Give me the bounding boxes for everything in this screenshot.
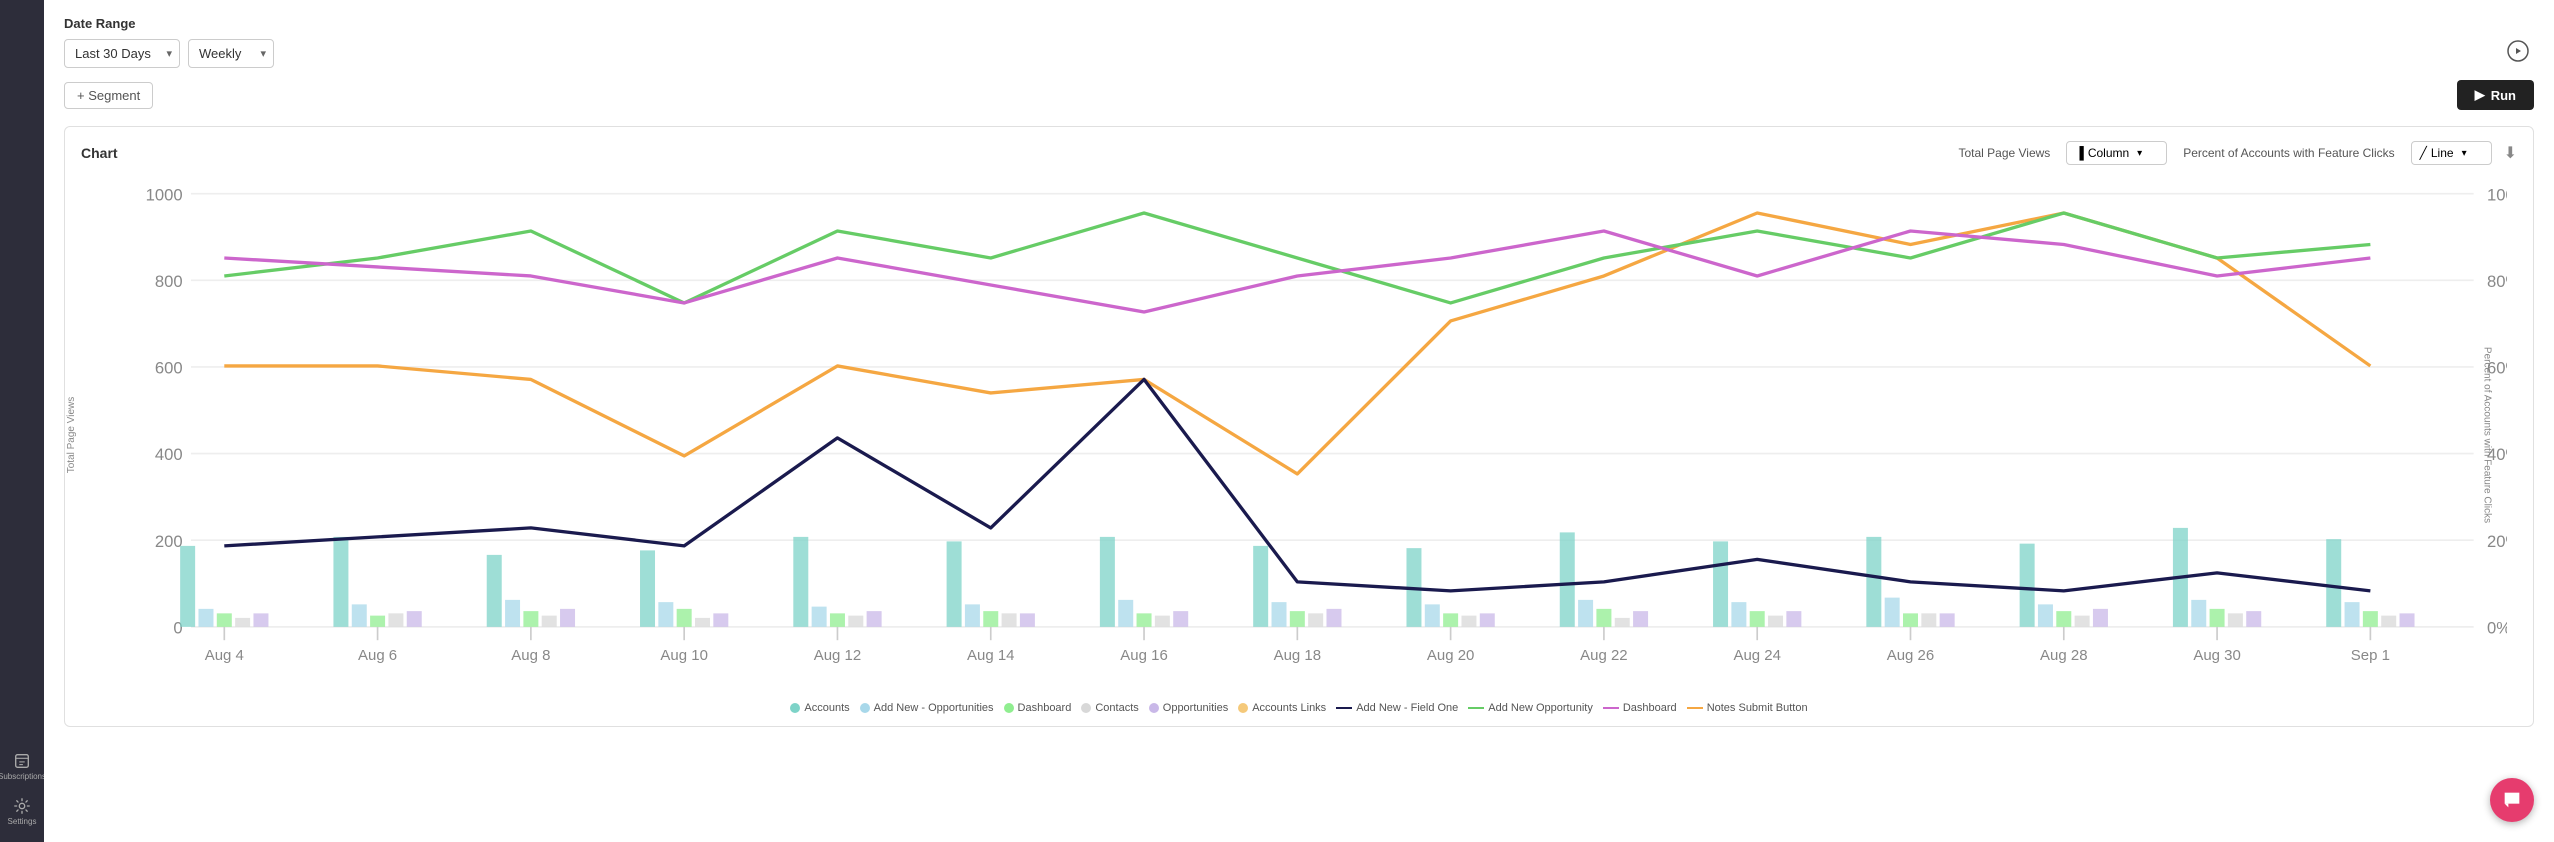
frequency-select-wrapper: Weekly Daily Monthly ▾: [188, 39, 274, 68]
svg-text:Aug 18: Aug 18: [1274, 647, 1322, 664]
right-chart-type-select[interactable]: ╱ Line ▾: [2411, 141, 2492, 165]
frequency-select[interactable]: Weekly Daily Monthly: [188, 39, 274, 68]
run-button-label: Run: [2491, 88, 2516, 103]
chart-svg: 1000 800 600 400 200 0 100% 80% 60% 40% …: [91, 177, 2507, 694]
right-chart-type-chevron-icon: ▾: [2462, 148, 2467, 159]
legend-label-accounts: Accounts: [804, 702, 849, 714]
chart-title: Chart: [81, 145, 118, 161]
legend-item-add-new-field-one: Add New - Field One: [1336, 702, 1458, 714]
legend-line-notes-submit: [1687, 707, 1703, 709]
svg-text:Aug 26: Aug 26: [1887, 647, 1935, 664]
legend-label-opportunities: Opportunities: [1163, 702, 1228, 714]
line-icon: ╱: [2420, 146, 2427, 160]
legend-dot-contacts: [1081, 703, 1091, 713]
legend-label-dashboard-line: Dashboard: [1623, 702, 1677, 714]
left-chart-type-label: Column: [2088, 146, 2129, 160]
date-range-select-wrapper: Last 30 Days Last 7 Days Last 90 Days Cu…: [64, 39, 180, 68]
legend-label-dashboard-bar: Dashboard: [1018, 702, 1072, 714]
segment-row: + Segment ▶ Run: [64, 80, 2534, 110]
settings-icon: [13, 797, 31, 815]
legend-label-add-new-field-one: Add New - Field One: [1356, 702, 1458, 714]
main-content: Date Range Last 30 Days Last 7 Days Last…: [44, 0, 2554, 842]
legend-line-add-new-opportunity: [1468, 707, 1484, 709]
legend-dot-dashboard-bar: [1004, 703, 1014, 713]
left-chart-type-select[interactable]: ▐ Column ▾: [2066, 141, 2167, 165]
date-range-row: Last 30 Days Last 7 Days Last 90 Days Cu…: [64, 39, 2534, 68]
legend-dot-accounts-links: [1238, 703, 1248, 713]
svg-text:Aug 20: Aug 20: [1427, 647, 1475, 664]
legend-label-add-new-opps: Add New - Opportunities: [874, 702, 994, 714]
legend-item-accounts-links: Accounts Links: [1238, 702, 1326, 714]
svg-text:Aug 4: Aug 4: [205, 647, 244, 664]
svg-text:Aug 12: Aug 12: [814, 647, 862, 664]
right-chart-type-label: Line: [2431, 146, 2454, 160]
svg-text:Sep 1: Sep 1: [2351, 647, 2390, 664]
legend-item-add-new-opportunity: Add New Opportunity: [1468, 702, 1593, 714]
run-play-icon: ▶: [2475, 87, 2485, 103]
legend-item-accounts: Accounts: [790, 702, 849, 714]
left-chart-type-chevron-icon: ▾: [2137, 148, 2142, 159]
legend-item-opportunities: Opportunities: [1149, 702, 1228, 714]
chart-wrapper: 1000 800 600 400 200 0 100% 80% 60% 40% …: [91, 177, 2507, 694]
chart-header: Chart Total Page Views ▐ Column ▾ Percen…: [81, 141, 2517, 165]
sidebar-item-settings[interactable]: Settings: [0, 789, 44, 834]
sidebar-item-subscriptions[interactable]: Subscriptions: [0, 744, 44, 789]
legend-dot-accounts: [790, 703, 800, 713]
segment-button[interactable]: + Segment: [64, 82, 153, 109]
svg-text:Aug 30: Aug 30: [2193, 647, 2241, 664]
legend-line-dashboard-line: [1603, 707, 1619, 709]
svg-text:Aug 14: Aug 14: [967, 647, 1015, 664]
chart-section: Chart Total Page Views ▐ Column ▾ Percen…: [64, 126, 2534, 727]
legend-line-add-new-field-one: [1336, 707, 1352, 709]
svg-text:800: 800: [155, 272, 183, 291]
svg-text:Aug 8: Aug 8: [511, 647, 550, 664]
svg-text:80%: 80%: [2487, 272, 2507, 291]
svg-text:1000: 1000: [146, 185, 183, 204]
right-yaxis-label: Percent of Accounts with Feature Clicks: [2481, 347, 2492, 523]
svg-text:0%: 0%: [2487, 619, 2507, 638]
download-icon[interactable]: ⬇: [2504, 143, 2517, 163]
left-yaxis-label: Total Page Views: [66, 397, 77, 474]
svg-text:Aug 6: Aug 6: [358, 647, 397, 664]
svg-text:Aug 22: Aug 22: [1580, 647, 1628, 664]
left-metric-label: Total Page Views: [1958, 146, 2050, 160]
legend-item-notes-submit: Notes Submit Button: [1687, 702, 1808, 714]
svg-text:Aug 28: Aug 28: [2040, 647, 2088, 664]
legend-dot-opportunities: [1149, 703, 1159, 713]
legend-dot-add-new-opps: [860, 703, 870, 713]
column-icon: ▐: [2075, 146, 2084, 160]
chat-icon: [2501, 789, 2523, 811]
legend-item-dashboard-line: Dashboard: [1603, 702, 1677, 714]
run-button[interactable]: ▶ Run: [2457, 80, 2534, 110]
legend-label-notes-submit: Notes Submit Button: [1707, 702, 1808, 714]
sidebar-subscriptions-label: Subscriptions: [0, 772, 46, 781]
svg-text:200: 200: [155, 532, 183, 551]
legend-item-contacts: Contacts: [1081, 702, 1138, 714]
legend-label-contacts: Contacts: [1095, 702, 1138, 714]
subscriptions-icon: [13, 752, 31, 770]
chat-bubble-button[interactable]: [2490, 778, 2534, 822]
legend-item-dashboard-bar: Dashboard: [1004, 702, 1072, 714]
cursor-icon: [2506, 39, 2530, 68]
svg-text:600: 600: [155, 359, 183, 378]
date-range-label: Date Range: [64, 16, 2534, 31]
legend-label-accounts-links: Accounts Links: [1252, 702, 1326, 714]
sidebar: Subscriptions Settings: [0, 0, 44, 842]
chart-legend: Accounts Add New - Opportunities Dashboa…: [81, 702, 2517, 714]
chart-controls: Total Page Views ▐ Column ▾ Percent of A…: [1958, 141, 2491, 165]
svg-text:Aug 16: Aug 16: [1120, 647, 1168, 664]
date-range-select[interactable]: Last 30 Days Last 7 Days Last 90 Days Cu…: [64, 39, 180, 68]
right-metric-label: Percent of Accounts with Feature Clicks: [2183, 146, 2394, 160]
legend-item-add-new-opps: Add New - Opportunities: [860, 702, 994, 714]
sidebar-settings-label: Settings: [8, 817, 37, 826]
svg-text:Aug 10: Aug 10: [660, 647, 708, 664]
svg-text:Aug 24: Aug 24: [1733, 647, 1781, 664]
legend-label-add-new-opportunity: Add New Opportunity: [1488, 702, 1593, 714]
svg-text:400: 400: [155, 445, 183, 464]
svg-text:20%: 20%: [2487, 532, 2507, 551]
svg-text:100%: 100%: [2487, 185, 2507, 204]
